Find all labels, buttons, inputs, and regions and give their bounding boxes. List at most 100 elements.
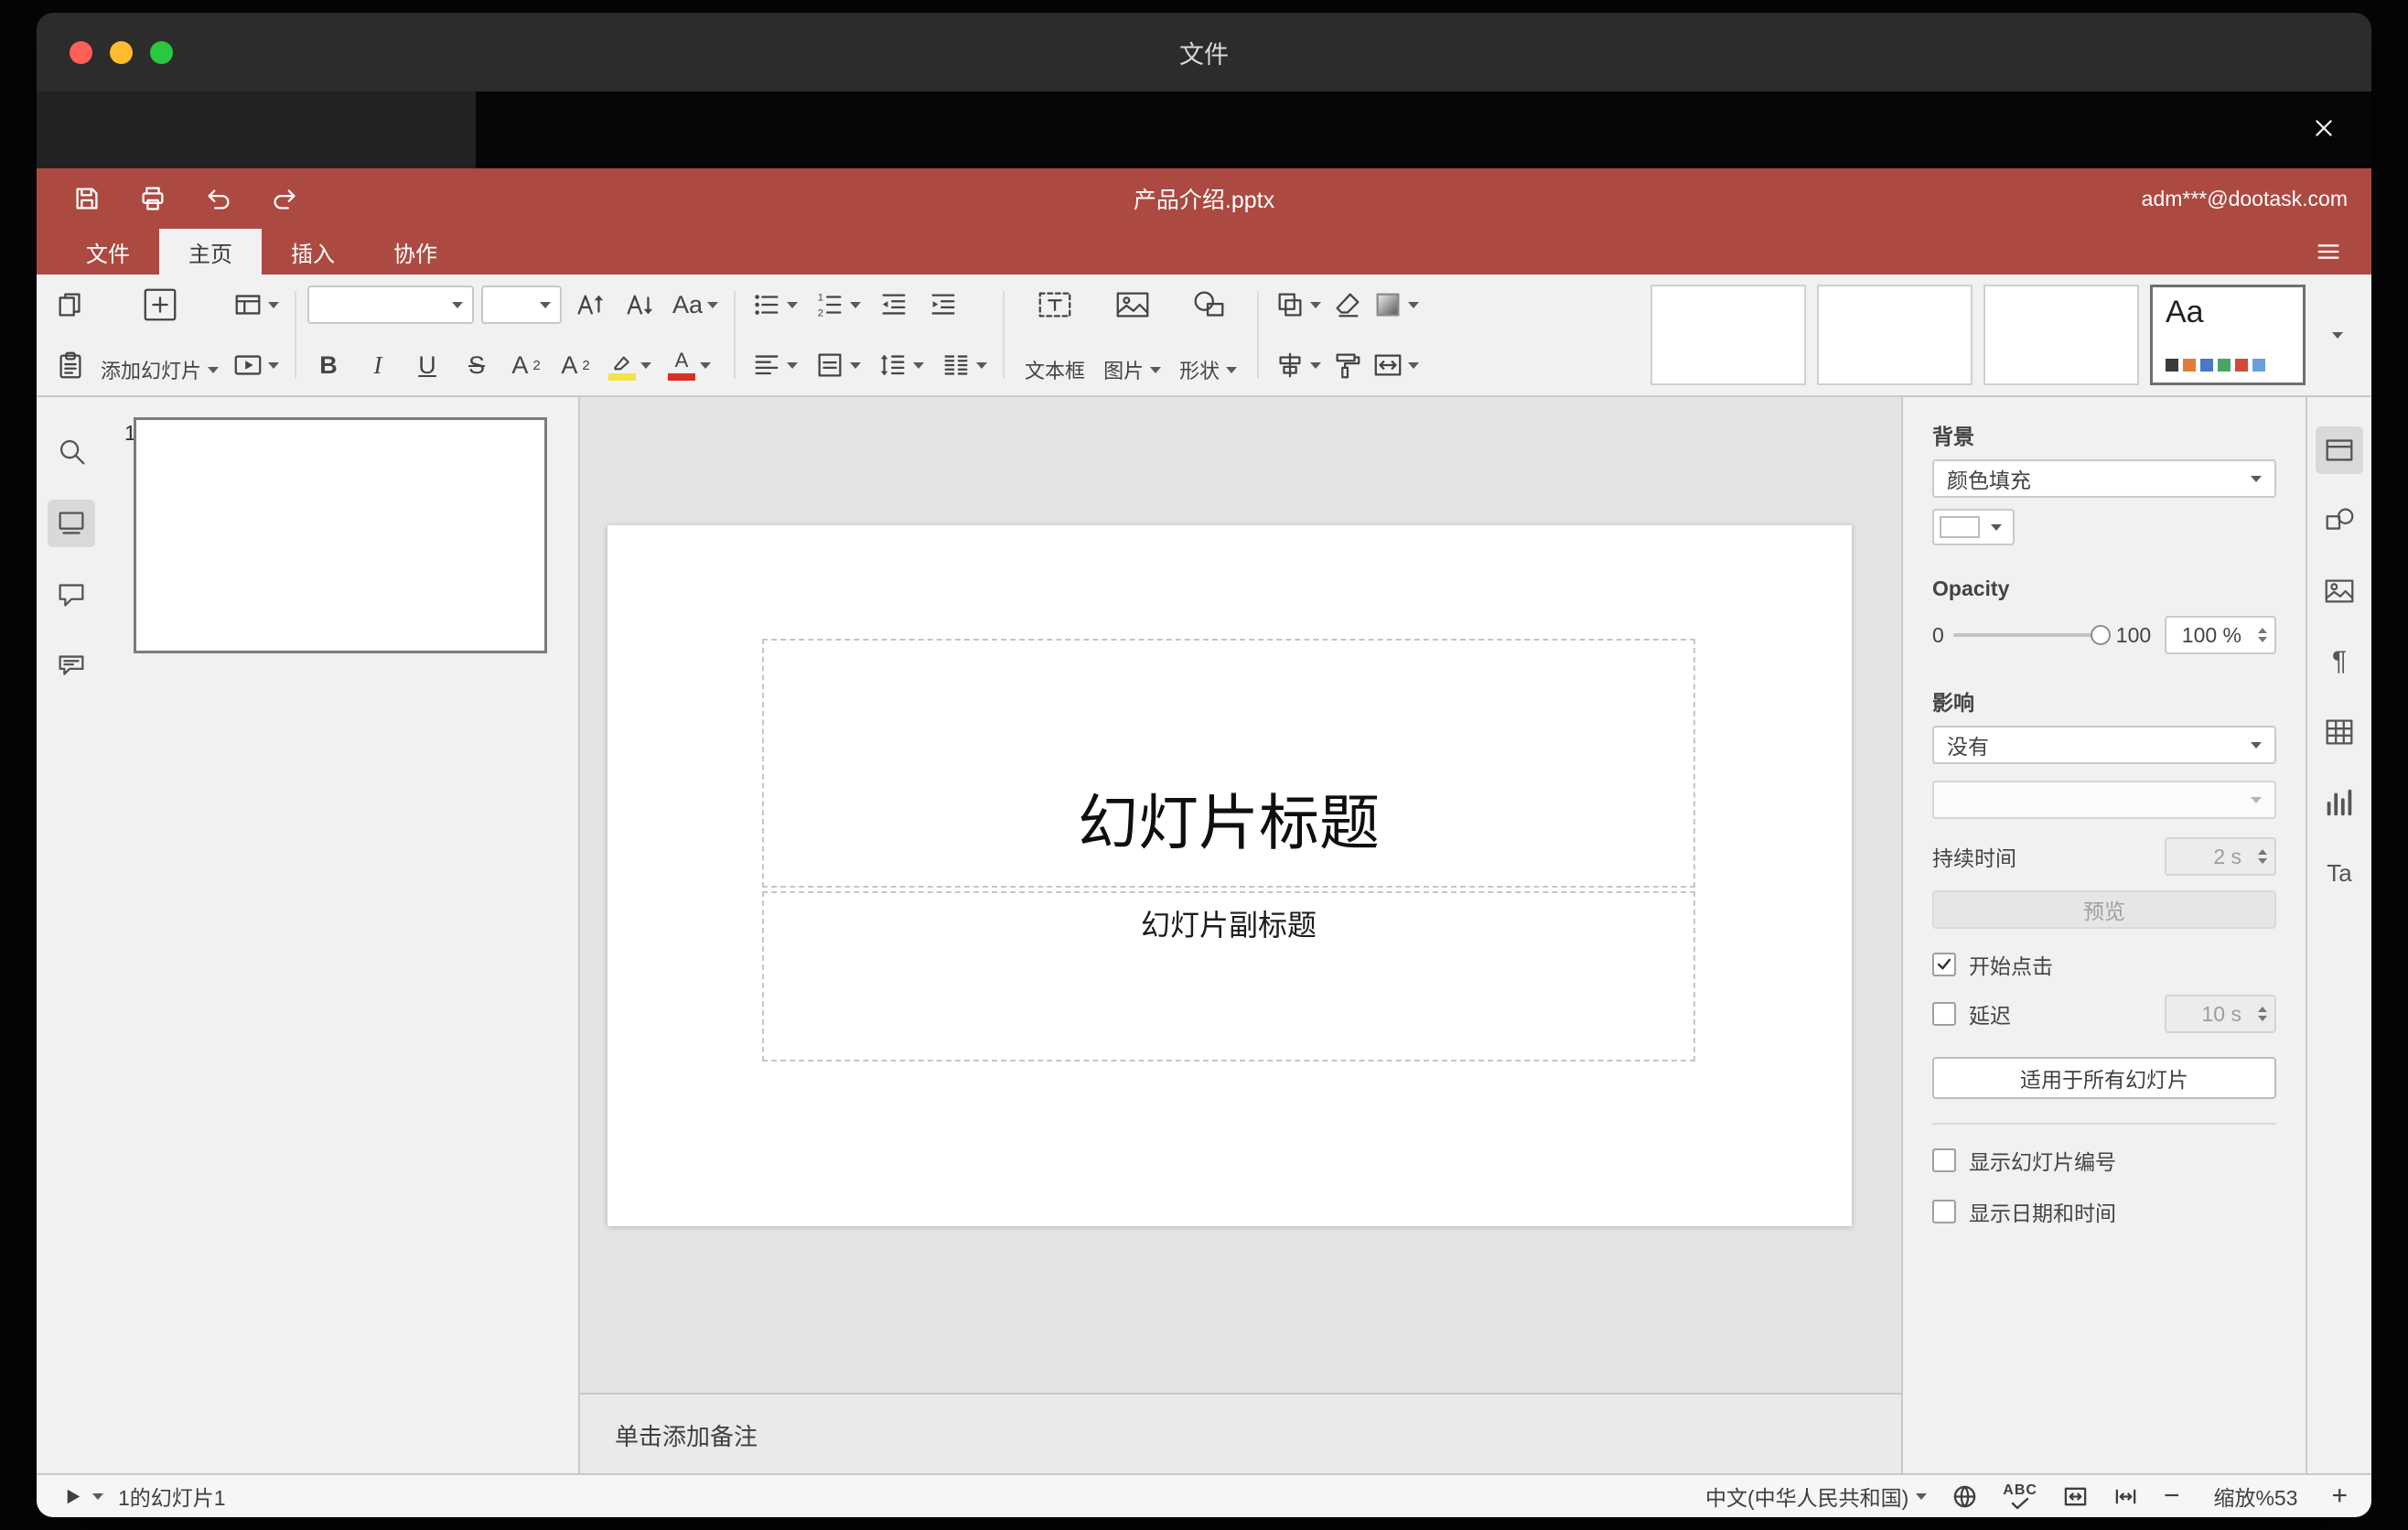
- shape-fill-button[interactable]: [1368, 285, 1424, 325]
- add-slide-button[interactable]: 添加幻灯片: [91, 275, 228, 395]
- paste-button[interactable]: [49, 345, 91, 385]
- slide[interactable]: 幻灯片标题 幻灯片副标题: [607, 525, 1852, 1226]
- slide-size-button[interactable]: [1368, 345, 1424, 385]
- spinner-icon[interactable]: [2258, 997, 2267, 1031]
- maximize-traffic-light[interactable]: [150, 40, 173, 64]
- fit-slide-button[interactable]: [2063, 1484, 2088, 1509]
- shape-settings-tab[interactable]: [2316, 497, 2363, 544]
- tab-collaboration[interactable]: 协作: [364, 229, 467, 275]
- tab-insert[interactable]: 插入: [262, 229, 364, 275]
- preview-button[interactable]: 预览: [1932, 890, 2276, 929]
- theme-option-selected[interactable]: Aa: [2150, 285, 2306, 385]
- slide-canvas[interactable]: 幻灯片标题 幻灯片副标题: [580, 397, 1901, 1393]
- change-case-button[interactable]: Aa: [668, 285, 723, 325]
- theme-option-3[interactable]: [1983, 285, 2139, 385]
- tab-file[interactable]: 文件: [57, 229, 159, 275]
- font-color-button[interactable]: A: [663, 345, 715, 385]
- copy-style-button[interactable]: [1326, 345, 1368, 385]
- font-size-select[interactable]: [481, 286, 563, 324]
- spinner-icon[interactable]: [2258, 618, 2267, 652]
- decrease-indent-button[interactable]: [873, 285, 915, 325]
- italic-button[interactable]: I: [357, 345, 399, 385]
- theme-gallery-expand-button[interactable]: [2317, 315, 2359, 355]
- decrease-font-button[interactable]: [618, 285, 661, 325]
- redo-button[interactable]: [258, 176, 311, 221]
- start-preview-button[interactable]: [228, 345, 284, 385]
- menu-button[interactable]: [2313, 229, 2344, 275]
- increase-font-button[interactable]: [569, 285, 611, 325]
- slide-settings-tab[interactable]: [2316, 426, 2363, 474]
- font-name-select[interactable]: [307, 286, 475, 324]
- effect-type-select[interactable]: [1932, 781, 2276, 819]
- paragraph-settings-tab[interactable]: ¶: [2316, 638, 2363, 685]
- vertical-align-button[interactable]: [810, 345, 865, 385]
- align-shape-button[interactable]: [1270, 345, 1326, 385]
- tab-home[interactable]: 主页: [159, 229, 262, 275]
- background-color-picker[interactable]: [1932, 509, 2015, 545]
- image-settings-tab[interactable]: [2316, 567, 2363, 615]
- background-fill-select[interactable]: 颜色填充: [1932, 459, 2276, 498]
- theme-option-1[interactable]: [1650, 285, 1806, 385]
- spellcheck-button[interactable]: ABC: [2003, 1483, 2037, 1509]
- arrange-shape-button[interactable]: [1270, 285, 1326, 325]
- zoom-level[interactable]: 缩放%53: [2205, 1481, 2306, 1512]
- underline-button[interactable]: U: [406, 345, 448, 385]
- textart-settings-tab[interactable]: Ta: [2316, 849, 2363, 897]
- fit-width-button[interactable]: [2113, 1484, 2138, 1509]
- close-traffic-light[interactable]: [70, 40, 92, 64]
- zoom-in-button[interactable]: +: [2331, 1482, 2348, 1510]
- insert-image-button[interactable]: 图片: [1094, 275, 1170, 395]
- language-selector[interactable]: 中文(中华人民共和国): [1705, 1481, 1928, 1512]
- slide-title-placeholder[interactable]: 幻灯片标题: [762, 639, 1695, 888]
- highlight-color-button[interactable]: [604, 345, 656, 385]
- comments-button[interactable]: [48, 571, 95, 619]
- zoom-out-button[interactable]: −: [2164, 1482, 2180, 1510]
- bullets-button[interactable]: [747, 285, 802, 325]
- minimize-traffic-light[interactable]: [110, 40, 133, 64]
- apply-to-all-button[interactable]: 适用于所有幻灯片: [1932, 1057, 2276, 1099]
- slide-layout-button[interactable]: [228, 285, 284, 325]
- delay-input[interactable]: 10 s: [2165, 995, 2276, 1033]
- slide-size-icon: [1374, 354, 1402, 376]
- document-language-button[interactable]: [1952, 1484, 1977, 1509]
- insert-shape-button[interactable]: 形状: [1170, 275, 1246, 395]
- horizontal-align-button[interactable]: [747, 345, 802, 385]
- increase-indent-button[interactable]: [922, 285, 964, 325]
- print-button[interactable]: [126, 176, 179, 221]
- editor-chrome: 产品介绍.pptx adm***@dootask.com 文件 主页 插入 协作: [37, 168, 2371, 275]
- copy-button[interactable]: [49, 285, 91, 325]
- line-spacing-button[interactable]: [873, 345, 929, 385]
- paste-icon: [59, 351, 81, 379]
- search-button[interactable]: [48, 428, 95, 476]
- start-on-click-checkbox[interactable]: 开始点击: [1932, 949, 2276, 980]
- spinner-icon[interactable]: [2258, 839, 2267, 874]
- bold-button[interactable]: B: [307, 345, 349, 385]
- effect-select[interactable]: 没有: [1932, 726, 2276, 764]
- strikeout-button[interactable]: S: [456, 345, 498, 385]
- slider-knob[interactable]: [2090, 625, 2111, 645]
- show-slide-number-checkbox[interactable]: 显示幻灯片编号: [1932, 1145, 2276, 1176]
- opacity-slider[interactable]: [1952, 625, 2111, 645]
- text-box-button[interactable]: 文本框: [1016, 275, 1094, 395]
- save-button[interactable]: [60, 176, 113, 221]
- notes-area[interactable]: 单击添加备注: [580, 1393, 1901, 1473]
- slide-thumbnail[interactable]: [134, 417, 547, 653]
- feedback-button[interactable]: [48, 642, 95, 690]
- numbering-button[interactable]: 12: [810, 285, 865, 325]
- columns-button[interactable]: [936, 345, 992, 385]
- delay-checkbox[interactable]: 延迟: [1932, 998, 2011, 1029]
- opacity-input[interactable]: 100 %: [2165, 616, 2276, 654]
- chart-settings-tab[interactable]: [2316, 779, 2363, 826]
- subscript-button[interactable]: A2: [554, 345, 597, 385]
- undo-button[interactable]: [192, 176, 245, 221]
- slide-subtitle-placeholder[interactable]: 幻灯片副标题: [762, 891, 1695, 1061]
- table-settings-tab[interactable]: [2316, 708, 2363, 756]
- show-date-time-checkbox[interactable]: 显示日期和时间: [1932, 1196, 2276, 1227]
- duration-input[interactable]: 2 s: [2165, 837, 2276, 876]
- close-icon[interactable]: [2302, 106, 2346, 150]
- theme-option-2[interactable]: [1817, 285, 1973, 385]
- start-slideshow-button[interactable]: [60, 1484, 103, 1509]
- slides-panel-button[interactable]: [48, 500, 95, 547]
- superscript-button[interactable]: A2: [505, 345, 547, 385]
- clear-style-button[interactable]: [1326, 285, 1368, 325]
